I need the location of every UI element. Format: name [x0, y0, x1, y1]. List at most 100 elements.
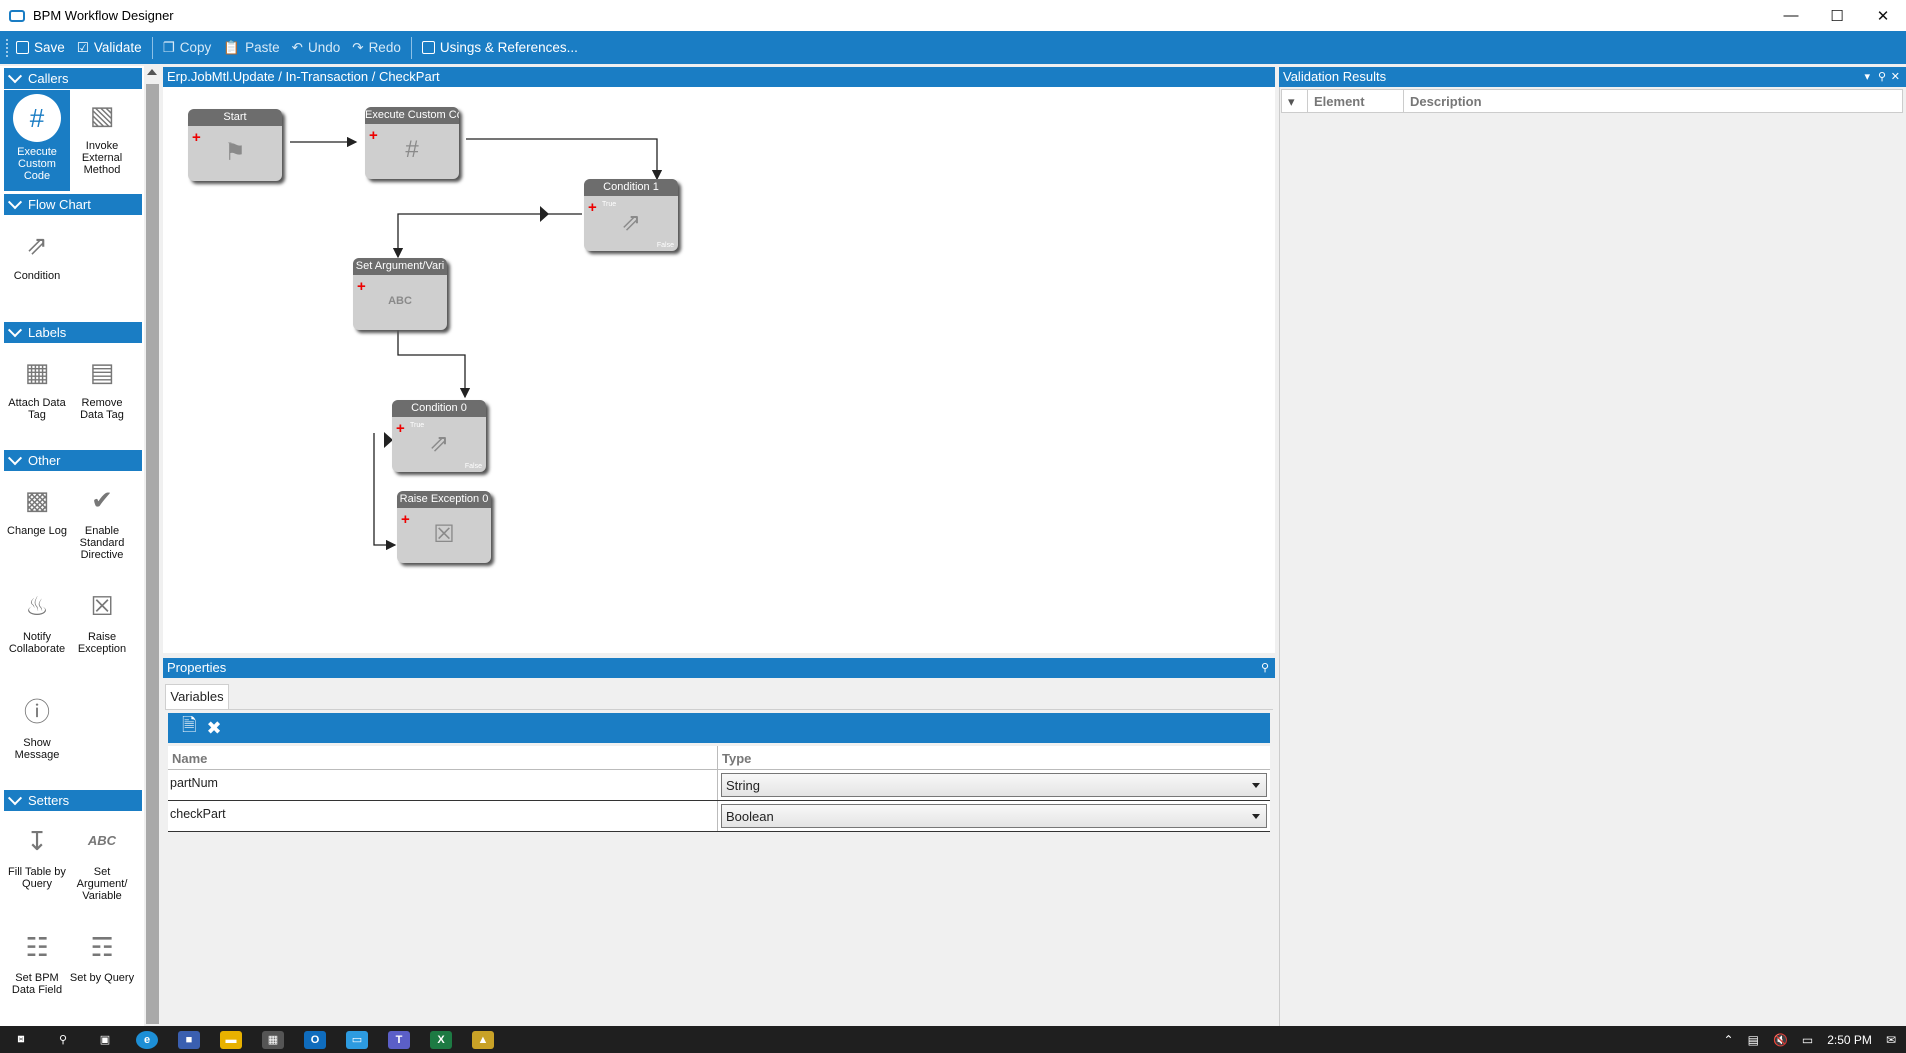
teams-icon[interactable]: T [388, 1030, 410, 1049]
variable-name[interactable]: partNum [168, 770, 718, 800]
dropdown-icon[interactable]: ▾ [1864, 67, 1870, 87]
node-condition-0[interactable]: Condition 0 + True ⇗ False [392, 400, 486, 472]
add-icon[interactable]: + [369, 127, 378, 144]
workflow-canvas[interactable]: Start + ⚑ Execute Custom Co + # Conditio… [163, 87, 1275, 653]
tool-remove-data-tag[interactable]: ▤ Remove Data Tag [69, 351, 135, 421]
group-labels[interactable]: Labels [4, 322, 142, 343]
network-icon[interactable]: ▤ [1748, 1033, 1759, 1047]
redo-button[interactable]: ↷ Redo [346, 35, 407, 61]
tool-show-message[interactable]: ⓘ Show Message [4, 691, 70, 761]
undo-button[interactable]: ↶ Undo [286, 35, 347, 61]
tool-set-by-query[interactable]: ☶ Set by Query [69, 926, 135, 984]
validate-button[interactable]: ☑ Validate [71, 35, 148, 61]
file-explorer-icon[interactable]: ▬ [220, 1030, 242, 1049]
type-select[interactable]: Boolean [721, 804, 1267, 828]
add-icon[interactable]: + [396, 420, 405, 437]
breadcrumb: Erp.JobMtl.Update / In-Transaction / Che… [163, 67, 1275, 87]
node-set-argument-variable[interactable]: Set Argument/Vari + ABC [353, 258, 447, 330]
node-start[interactable]: Start + ⚑ [188, 109, 282, 181]
references-icon [421, 41, 435, 54]
minimize-button[interactable]: — [1768, 0, 1814, 31]
search-icon[interactable]: ⚲ [52, 1031, 74, 1049]
window-controls: — ☐ ✕ [1768, 0, 1906, 31]
bpm-designer-taskbar-icon[interactable]: ▭ [346, 1030, 368, 1049]
excel-icon[interactable]: X [430, 1030, 452, 1049]
table-row[interactable]: checkPart Boolean [168, 801, 1270, 832]
add-icon[interactable]: + [357, 278, 366, 295]
copy-icon: ❐ [162, 39, 175, 55]
variables-grid: Name Type partNum String checkPart Boole… [168, 746, 1270, 832]
new-variable-icon[interactable]: 🗎 [182, 713, 196, 743]
paste-button[interactable]: 📋 Paste [217, 35, 285, 61]
variable-name[interactable]: checkPart [168, 801, 718, 831]
tool-set-bpm-data-field[interactable]: ☷ Set BPM Data Field [4, 926, 70, 996]
group-other[interactable]: Other [4, 450, 142, 471]
tool-condition[interactable]: ⇗ Condition [4, 224, 70, 282]
info-icon: ⓘ [23, 697, 50, 727]
tool-set-argument-variable[interactable]: ABC Set Argument/ Variable [69, 820, 135, 902]
add-icon[interactable]: + [401, 511, 410, 528]
chevron-down-icon [7, 194, 23, 209]
tool-raise-exception[interactable]: ☒ Raise Exception [69, 585, 135, 655]
delete-variable-icon[interactable]: ✖ [206, 718, 221, 739]
group-callers[interactable]: Callers [4, 68, 142, 89]
tool-fill-table-by-query[interactable]: ↧ Fill Table by Query [4, 820, 70, 890]
add-icon[interactable]: + [192, 129, 201, 146]
column-element[interactable]: Element [1308, 90, 1404, 112]
network-app-icon[interactable]: ■ [178, 1030, 200, 1049]
tool-change-log[interactable]: ▩ Change Log [4, 479, 70, 537]
windows-start-icon[interactable]: ⧈ [10, 1031, 32, 1049]
scrollbar-thumb[interactable] [146, 84, 159, 1024]
taskbar: ⧈ ⚲ ▣ e ■ ▬ ▦ O ▭ T X ▲ ⌃ ▤ 🔇 ▭ 2:50 PM … [0, 1026, 1906, 1053]
calculator-icon[interactable]: ▦ [262, 1030, 284, 1049]
tool-notify-collaborate[interactable]: ♨ Notify Collaborate [4, 585, 70, 655]
window-title: BPM Workflow Designer [33, 8, 174, 23]
abc-icon: ABC [388, 295, 412, 307]
close-icon[interactable]: ✕ [1891, 67, 1900, 87]
type-select[interactable]: String [721, 773, 1267, 797]
tool-attach-data-tag[interactable]: ▦ Attach Data Tag [4, 351, 70, 421]
add-icon[interactable]: + [588, 199, 597, 216]
node-condition-1[interactable]: Condition 1 + True ⇗ False [584, 179, 678, 251]
filter-icon[interactable]: ▾ [1282, 90, 1308, 112]
outlook-icon[interactable]: O [304, 1030, 326, 1049]
title-bar: BPM Workflow Designer — ☐ ✕ [0, 0, 1906, 31]
bell-icon: ♨ [25, 591, 49, 621]
maximize-button[interactable]: ☐ [1814, 0, 1860, 31]
column-type[interactable]: Type [718, 746, 1270, 769]
chevron-up-icon[interactable]: ⌃ [1724, 1033, 1734, 1047]
copy-button[interactable]: ❐ Copy [157, 35, 218, 61]
save-button[interactable]: Save [10, 35, 71, 61]
book-icon: ▩ [24, 485, 50, 515]
pin-icon[interactable]: ⚲ [1878, 67, 1886, 87]
notifications-icon[interactable]: ✉ [1886, 1033, 1896, 1047]
node-execute-custom-code[interactable]: Execute Custom Co + # [365, 107, 459, 179]
column-description[interactable]: Description [1404, 90, 1902, 112]
scroll-up-icon[interactable] [147, 69, 157, 75]
group-flowchart[interactable]: Flow Chart [4, 194, 142, 215]
table-row[interactable]: partNum String [168, 770, 1270, 801]
display-icon[interactable]: ▭ [1802, 1033, 1813, 1047]
app-icon[interactable]: ▲ [472, 1030, 494, 1049]
toolbox-scrollbar[interactable] [144, 66, 161, 1026]
column-name[interactable]: Name [168, 746, 718, 769]
tab-variables[interactable]: Variables [165, 684, 229, 709]
pin-icon[interactable]: ⚲ [1261, 658, 1269, 678]
usings-references-button[interactable]: Usings & References... [416, 35, 584, 61]
task-view-icon[interactable]: ▣ [94, 1031, 116, 1049]
tool-execute-custom-code[interactable]: # Execute Custom Code [4, 90, 70, 191]
undo-icon: ↶ [291, 39, 303, 55]
tool-invoke-external-method[interactable]: ▧ Invoke External Method [69, 94, 135, 176]
chevron-down-icon [7, 68, 23, 83]
volume-muted-icon[interactable]: 🔇 [1773, 1033, 1788, 1047]
edge-icon[interactable]: e [136, 1030, 158, 1049]
attach-tag-icon: ▦ [24, 357, 50, 387]
tool-enable-standard-directive[interactable]: ✔ Enable Standard Directive [69, 479, 135, 561]
raise-exception-icon: ☒ [433, 520, 455, 548]
node-raise-exception-0[interactable]: Raise Exception 0 + ☒ [397, 491, 491, 563]
chevron-down-icon [7, 790, 23, 805]
clock[interactable]: 2:50 PM [1827, 1033, 1872, 1047]
group-setters[interactable]: Setters [4, 790, 142, 811]
close-button[interactable]: ✕ [1860, 0, 1906, 31]
toolbar-separator [410, 36, 412, 59]
